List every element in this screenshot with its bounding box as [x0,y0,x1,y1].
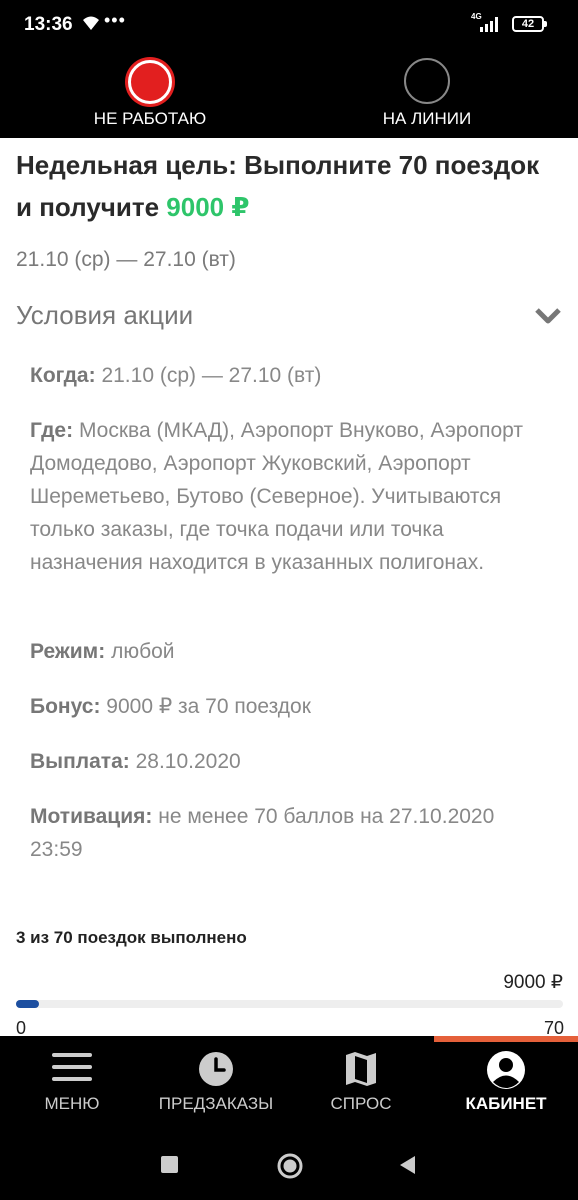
state-offline-button[interactable]: НЕ РАБОТАЮ [50,50,250,129]
map-icon [346,1052,376,1086]
menu-icon [52,1053,92,1081]
online-indicator-icon [404,58,450,104]
goal-title: Недельная цель: Выполните 70 поездок и п… [16,144,556,228]
progress-end-label: 70 [543,1018,564,1036]
condition-payout: Выплата: 28.10.2020 [30,745,550,778]
back-icon[interactable] [396,1154,418,1176]
state-offline-label: НЕ РАБОТАЮ [93,109,207,128]
condition-motivation: Мотивация: не менее 70 баллов на 27.10.2… [30,800,550,866]
active-tab-indicator [434,1036,578,1042]
nav-item-demand[interactable]: СПРОС [289,1050,433,1114]
nav-item-preorders[interactable]: ПРЕДЗАКАЗЫ [144,1050,288,1114]
condition-bonus-value: 9000 ₽ за 70 поездок [106,695,311,718]
condition-payout-value: 28.10.2020 [135,750,241,773]
progress-bar [16,1000,563,1008]
status-bar: 13:36 ••• 4G 42 [0,0,578,50]
clock-icon [199,1052,233,1086]
state-online-label: НА ЛИНИИ [382,109,472,128]
condition-mode-value: любой [111,640,175,663]
recents-icon[interactable] [160,1154,180,1176]
condition-motivation-label: Мотивация: [30,805,153,828]
condition-mode-label: Режим: [30,640,106,663]
condition-bonus: Бонус: 9000 ₽ за 70 поездок [30,690,550,723]
state-online-button[interactable]: НА ЛИНИИ [327,50,527,129]
progress-start-label: 0 [16,1018,27,1036]
condition-mode: Режим: любой [30,635,550,668]
bottom-nav: МЕНЮ ПРЕДЗАКАЗЫ СПРОС КАБИНЕТ [0,1036,578,1132]
notification-dots: ••• [104,10,126,30]
condition-bonus-label: Бонус: [30,695,101,718]
nav-item-menu[interactable]: МЕНЮ [0,1050,144,1114]
progress-fill [16,1000,40,1008]
goal-details[interactable]: Недельная цель: Выполните 70 поездок и п… [0,138,578,1036]
home-icon[interactable] [276,1152,304,1180]
conditions-header[interactable]: Условия акции [16,300,193,331]
condition-when-value: 21.10 (ср) — 27.10 (вт) [101,364,322,387]
progress-caption: 3 из 70 поездок выполнено [16,928,247,947]
nav-item-label: МЕНЮ [44,1094,100,1113]
driver-state-panel: НЕ РАБОТАЮ НА ЛИНИИ [0,50,578,138]
chevron-down-icon[interactable] [534,306,562,326]
condition-when: Когда: 21.10 (ср) — 27.10 (вт) [30,359,550,392]
wifi-icon [83,16,99,30]
condition-where-label: Где: [30,419,74,442]
nav-item-label: ПРЕДЗАКАЗЫ [158,1094,274,1113]
battery-icon: 42 [512,16,547,32]
goal-title-text: Недельная цель: Выполните 70 поездок и п… [16,150,540,222]
status-time: 13:36 [24,14,73,35]
condition-when-label: Когда: [30,364,96,387]
condition-where-value: Москва (МКАД), Аэропорт Внуково, Аэропор… [30,419,523,574]
system-nav-bar [0,1132,578,1200]
goal-period: 21.10 (ср) — 27.10 (вт) [16,248,236,271]
account-icon [487,1051,525,1089]
condition-where: Где: Москва (МКАД), Аэропорт Внуково, Аэ… [30,414,550,579]
nav-item-label: КАБИНЕТ [465,1094,547,1113]
signal-icon [480,17,498,32]
nav-item-cabinet[interactable]: КАБИНЕТ [434,1050,578,1114]
goal-amount: 9000 ₽ [166,192,250,222]
nav-item-label: СПРОС [330,1094,392,1113]
condition-payout-label: Выплата: [30,750,130,773]
offline-indicator-icon [128,60,172,104]
progress-reward: 9000 ₽ [503,972,563,993]
